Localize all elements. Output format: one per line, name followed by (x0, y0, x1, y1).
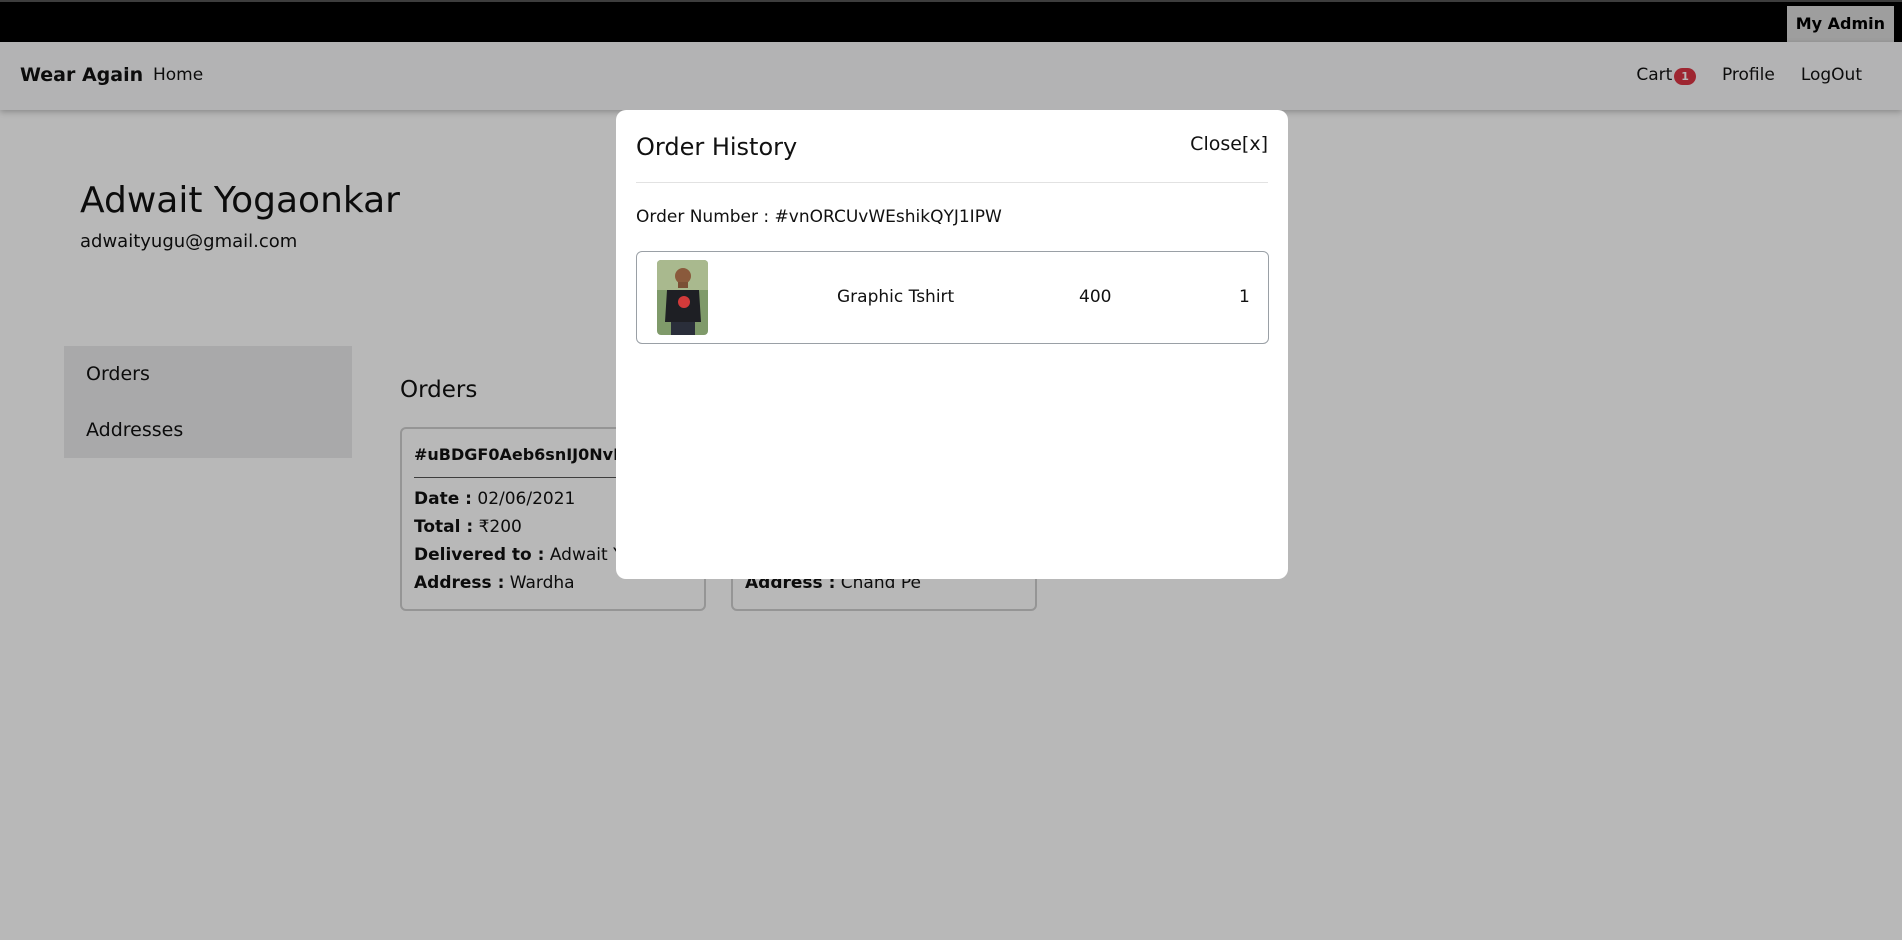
order-number: Order Number : #vnORCUvWEshikQYJ1IPW (636, 207, 1002, 227)
order-history-modal: Order History Close[x] Order Number : #v… (616, 110, 1288, 579)
item-quantity: 1 (1239, 287, 1250, 307)
modal-title: Order History (636, 133, 798, 161)
order-item-row: Graphic Tshirt 400 1 (636, 251, 1269, 344)
item-name: Graphic Tshirt (837, 287, 955, 307)
modal-divider (636, 182, 1268, 183)
modal-close-button[interactable]: Close[x] (1190, 133, 1268, 155)
product-thumbnail (657, 260, 708, 335)
product-photo-icon (657, 260, 708, 335)
item-price: 400 (1079, 287, 1112, 307)
